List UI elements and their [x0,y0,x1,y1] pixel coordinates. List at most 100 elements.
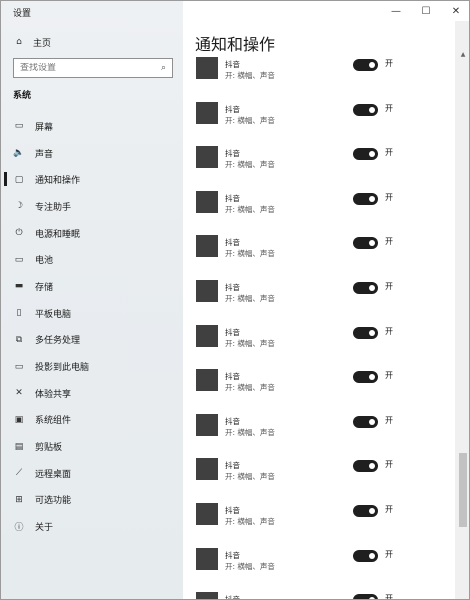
notification-toggle[interactable] [353,460,378,473]
app-row[interactable]: 抖音 开: 横幅、声音 开 [183,324,455,351]
scroll-up-icon[interactable]: ▲ [455,51,469,61]
toggle-state-label: 开 [385,282,393,291]
window-title: 设置 [13,9,32,19]
sidebar-item[interactable]: ▢ 通知和操作 [1,166,183,193]
toggle-state-label: 开 [385,415,393,425]
app-notification-summary: 开: 横幅、声音 [225,249,275,259]
notification-toggle[interactable] [353,59,378,71]
app-row[interactable]: 抖音 开: 横幅、声音 开 [183,190,455,217]
notification-toggle[interactable] [353,594,378,599]
notification-toggle[interactable] [353,237,378,250]
speaker-icon: 🔈 [13,148,25,159]
window-controls: — ☐ ✕ [381,1,469,21]
notification-toggle[interactable] [353,371,378,384]
sidebar-item[interactable]: ✕ 体验共享 [1,380,183,407]
sidebar-item-label: 投影到此电脑 [35,363,90,374]
notification-toggle[interactable] [353,415,378,428]
search-icon[interactable]: ⌕ [161,63,166,73]
tablet-icon: ▯ [16,308,22,319]
sidebar-item[interactable]: ⏻ 电源和睡眠 [1,220,183,247]
app-row[interactable]: 抖音 开: 横幅、声音 开 [183,280,455,306]
sidebar-item[interactable]: ▭ 投影到此电脑 [1,353,183,380]
toggle-state-label: 开 [385,326,393,336]
settings-window: 设置 ⌂ 主页 ⌕ 系统 ▭ 屏幕 🔈 声音 ▢ 通知和操作 ☽ 专注助手 ⏻ 电源和睡眠 ▭ 电池 ▬… [0,0,470,600]
app-row[interactable]: 抖音 开: 横幅、声音 开 [183,369,455,395]
remote-icon: ⟋ [15,468,23,479]
app-row[interactable]: 抖音 开: 横幅、声音 开 [183,547,455,574]
page-title: 通知和操作 [195,35,276,54]
app-name: 抖音 [225,461,240,471]
components-icon: ▣ [14,414,24,425]
app-notification-summary: 开: 横幅、声音 [225,427,275,437]
app-row[interactable]: 抖音 开 [183,592,455,599]
sidebar-item[interactable]: ▭ 电池 [1,246,183,273]
maximize-button[interactable]: ☐ [411,1,441,21]
toggle-state-label: 开 [385,148,393,158]
main-pane: — ☐ ✕ 通知和操作 抖音 开: 横幅、声音开抖音 开: 横幅、声音开抖音 开: 横… [183,1,469,599]
app-notification-summary: 开: 横幅、声音 [225,561,275,571]
sidebar-item[interactable]: ▯ 平板电脑 [1,300,183,327]
app-notification-summary: 开: 横幅、声音 [225,338,275,348]
scroll-thumb[interactable] [459,453,467,527]
section-title: 系统 [13,91,32,101]
display-icon: ▭ [14,121,24,132]
home-icon: ⌂ [16,37,22,47]
share-icon: ✕ [15,388,23,399]
sidebar-item[interactable]: ▭ 屏幕 [1,113,183,140]
app-notification-summary: 开: 横幅、声音 [225,294,275,303]
app-row[interactable]: 抖音 开: 横幅、声音 开 [183,413,455,440]
project-icon: ▭ [14,361,24,372]
storage-icon: ▬ [14,281,24,292]
home-link[interactable]: ⌂ 主页 [13,34,51,50]
notification-toggle[interactable] [353,326,378,339]
sidebar-item[interactable]: ▬ 存储 [1,273,183,300]
app-icon [196,280,218,302]
search-input[interactable] [20,63,150,73]
power-icon: ⏻ [15,228,23,239]
notification-toggle[interactable] [353,549,378,562]
multitask-icon: ⧉ [15,334,23,345]
toggle-state-label: 开 [385,59,393,68]
features-icon: ⊞ [15,494,23,505]
app-row[interactable]: 抖音 开: 横幅、声音 开 [183,235,455,261]
app-notification-summary: 开: 横幅、声音 [225,115,275,125]
sidebar-item[interactable]: ⟋ 远程桌面 [1,460,183,487]
sidebar-item[interactable]: ▣ 系统组件 [1,407,183,434]
notification-toggle[interactable] [353,282,378,294]
app-name: 抖音 [225,506,240,515]
sidebar-item[interactable]: ⊞ 可选功能 [1,487,183,514]
moon-icon: ☽ [14,201,24,212]
app-name: 抖音 [225,104,240,114]
close-button[interactable]: ✕ [441,1,469,21]
app-name: 抖音 [225,60,240,69]
search-box[interactable]: ⌕ [13,58,173,78]
app-name: 抖音 [225,327,240,337]
notification-toggle[interactable] [353,148,378,161]
notification-toggle[interactable] [353,192,378,205]
sidebar-item[interactable]: ⧉ 多任务处理 [1,327,183,354]
sidebar-item[interactable]: ▤ 剪贴板 [1,433,183,460]
battery-icon: ▭ [14,254,24,265]
app-icon [196,146,218,169]
sidebar-item-label: 平板电脑 [35,309,72,320]
sidebar-item-label: 专注助手 [35,202,72,213]
sidebar-item[interactable]: ⓘ 关于 [1,513,183,540]
sidebar-item-label: 声音 [35,149,54,160]
home-label: 主页 [33,38,52,49]
toggle-state-label: 开 [385,103,393,113]
app-row[interactable]: 抖音 开: 横幅、声音 开 [183,57,455,83]
app-row[interactable]: 抖音 开: 横幅、声音 开 [183,146,455,172]
app-row[interactable]: 抖音 开: 横幅、声音 开 [183,503,455,529]
sidebar-item[interactable]: ☽ 专注助手 [1,193,183,220]
app-row[interactable]: 抖音 开: 横幅、声音 开 [183,101,455,128]
app-icon [196,324,218,347]
sidebar-item[interactable]: 🔈 声音 [1,140,183,167]
sidebar-nav: ▭ 屏幕 🔈 声音 ▢ 通知和操作 ☽ 专注助手 ⏻ 电源和睡眠 ▭ 电池 ▬ 存储 ▯ 平板电脑 ⧉ 多任务处理… [1,113,183,540]
scrollbar[interactable]: ▲ [455,21,469,599]
minimize-button[interactable]: — [381,1,411,21]
notification-toggle[interactable] [353,103,378,116]
app-name: 抖音 [225,550,240,560]
app-row[interactable]: 抖音 开: 横幅、声音 开 [183,458,455,484]
app-name: 抖音 [225,193,240,203]
notification-toggle[interactable] [353,505,378,517]
